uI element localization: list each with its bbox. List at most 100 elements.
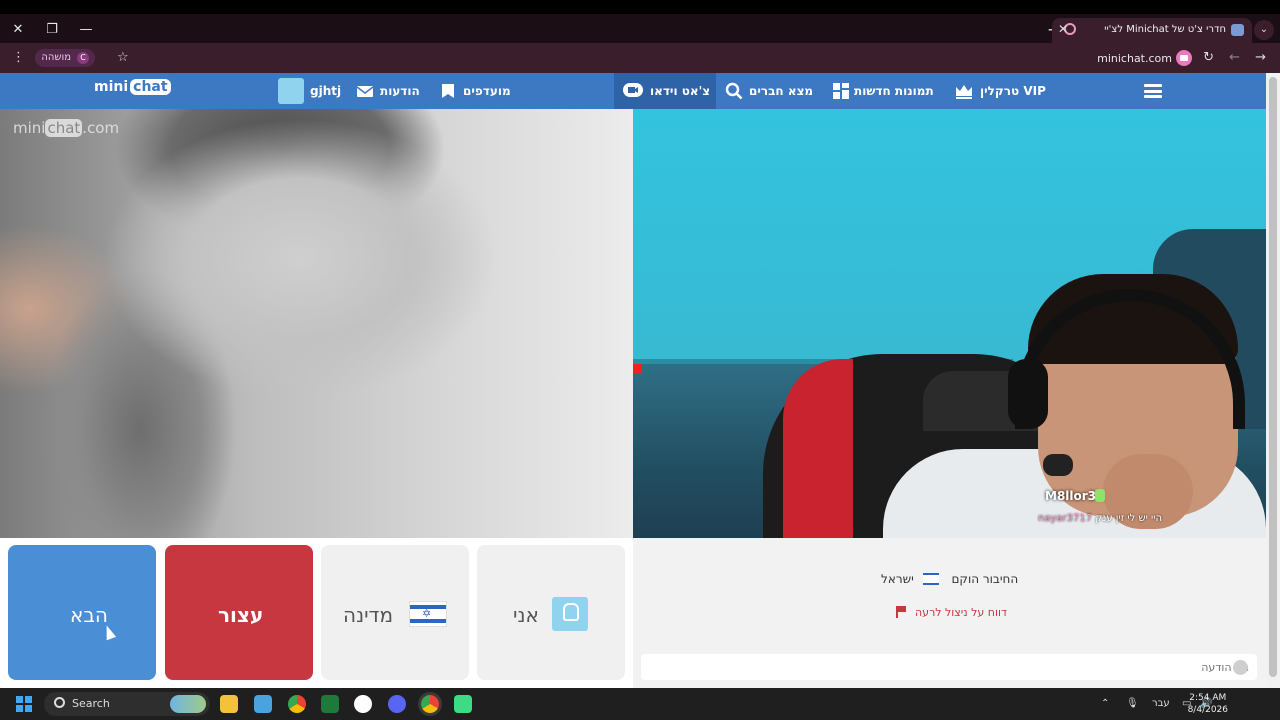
chat-panel: החיבור הוקם ישראל דווח על ניצול לרעה — [633, 538, 1266, 688]
active-tab[interactable]: חדרי צ'ט של Minichat לצ'יי ✕ — [1052, 18, 1252, 43]
stop-button[interactable]: עצור — [165, 545, 313, 680]
clock-date: 8/4/2026 — [1187, 705, 1228, 715]
camera-in-use-icon[interactable] — [1176, 50, 1192, 66]
minimize-window-icon[interactable]: — — [76, 20, 96, 40]
tab-title: חדרי צ'ט של Minichat לצ'יי — [1104, 24, 1226, 35]
nav-favorites-label: מועדפים — [463, 84, 511, 98]
browser-tab-strip: ✕ ❐ — + חדרי צ'ט של Minichat לצ'יי ✕ ⌄ — [0, 0, 1280, 43]
tab-search-icon[interactable]: ⌄ — [1254, 20, 1274, 40]
restore-window-icon[interactable]: ❐ — [42, 20, 62, 40]
taskbar-search-label: Search — [72, 697, 110, 710]
search-icon — [54, 697, 65, 708]
hamburger-menu-icon[interactable] — [1144, 84, 1162, 98]
reload-icon[interactable]: ↻ — [1203, 49, 1214, 67]
message-input[interactable] — [641, 654, 1257, 680]
nav-video-chat-label: צ'אט וידאו — [650, 84, 711, 98]
scrollbar-thumb[interactable] — [1269, 77, 1277, 677]
watermark-com: .com — [82, 119, 120, 137]
israel-flag-icon: ✡ — [409, 601, 447, 627]
minichat-watermark: mini chat .com — [13, 119, 119, 137]
file-explorer-icon[interactable] — [220, 695, 238, 713]
nav-user-label: gjhtj — [310, 84, 342, 98]
stop-button-label: עצור — [218, 603, 264, 627]
nav-user[interactable]: gjhtj — [276, 73, 342, 109]
envelope-icon — [356, 86, 374, 97]
remote-video: M8llor3k היי יש לי זין ענק nayar3717 — [633, 109, 1266, 538]
caption-text: היי יש לי זין ענק — [1095, 513, 1163, 524]
microphone-icon[interactable]: 🎙 — [1126, 697, 1139, 711]
bookmark-icon — [442, 84, 454, 98]
nav-video-chat[interactable]: צ'אט וידאו — [614, 73, 716, 109]
watermark-mini: mini — [13, 119, 46, 137]
spreadsheet-app-icon[interactable] — [321, 695, 339, 713]
nav-vip-label: VIP טרקלין — [980, 84, 1046, 98]
back-icon[interactable]: → — [1255, 49, 1266, 67]
logo-chat: chat — [130, 79, 171, 95]
search-highlight-icon — [170, 695, 206, 713]
connection-status: החיבור הוקם ישראל — [881, 572, 1018, 586]
taskbar-search[interactable]: Search — [44, 692, 210, 716]
watermark-chat: chat — [45, 119, 83, 137]
nav-new-photos-label: תמונות חדשות — [854, 84, 934, 98]
chat-bubble-icon — [1231, 24, 1244, 36]
nav-find-friends-label: מצא חברים — [749, 84, 814, 98]
search-icon — [725, 82, 743, 100]
browser-toolbar: ⋮ מושהה C ☆ minichat.com ↻ ← → — [0, 43, 1280, 73]
nav-find-friends[interactable]: מצא חברים — [723, 73, 815, 109]
tray-expand-icon[interactable]: ⌃ — [1101, 697, 1109, 711]
video-resize-handle[interactable] — [633, 364, 642, 373]
taskbar-clock[interactable]: 2:54 AM 8/4/2026 — [1188, 692, 1228, 716]
user-badge-icon — [1095, 489, 1105, 502]
chrome-profile-icon[interactable] — [421, 695, 439, 713]
profile-chip[interactable]: מושהה C — [35, 49, 95, 67]
nav-messages[interactable]: הודעות — [354, 73, 424, 109]
israel-flag-icon — [923, 573, 939, 585]
remote-caption: היי יש לי זין ענק nayar3717 — [1038, 513, 1162, 524]
video-headset-earcup — [1008, 359, 1048, 429]
tab-close-icon[interactable]: ✕ — [1058, 22, 1068, 36]
site-nav: mini chat gjhtj הודעות מועדפים צ'אט וידאו… — [0, 73, 1266, 109]
top-black-band — [0, 0, 1280, 14]
nav-new-photos[interactable]: תמונות חדשות — [830, 73, 940, 109]
clock-time: 2:54 AM — [1189, 693, 1227, 703]
obs-icon[interactable] — [354, 695, 372, 713]
mouse-cursor-icon — [101, 623, 117, 641]
next-button[interactable]: הבא — [8, 545, 156, 680]
windows-taskbar: Search ⌃ 🎙 עבר ▭ 🔊 2:54 AM 8/4/2026 — [0, 688, 1280, 720]
menu-dots-icon[interactable]: ⋮ — [12, 49, 25, 67]
nav-messages-label: הודעות — [380, 84, 420, 98]
video-chat-icon — [623, 83, 643, 97]
profile-badge: C — [77, 52, 89, 64]
video-headset-mic — [1043, 454, 1073, 476]
country-button[interactable]: מדינה ✡ — [321, 545, 469, 680]
page-scrollbar[interactable] — [1266, 73, 1280, 688]
bookmark-star-icon[interactable]: ☆ — [117, 49, 129, 67]
video-chair-red-panel — [783, 359, 853, 538]
windows-start-icon[interactable] — [16, 696, 32, 712]
address-bar[interactable]: minichat.com — [1097, 52, 1172, 65]
screen: ✕ ❐ — + חדרי צ'ט של Minichat לצ'יי ✕ ⌄ ⋮… — [0, 0, 1280, 720]
input-language[interactable]: עבר — [1152, 697, 1170, 711]
close-window-icon[interactable]: ✕ — [8, 20, 28, 40]
caption-user: nayar3717 — [1038, 513, 1093, 524]
forward-icon[interactable]: ← — [1229, 49, 1240, 67]
android-app-icon[interactable] — [454, 695, 472, 713]
nav-favorites[interactable]: מועדפים — [437, 73, 517, 109]
report-abuse-link[interactable]: דווח על ניצול לרעה — [915, 606, 1007, 619]
user-avatar-icon — [552, 597, 588, 631]
chat-controls: הבא עצור מדינה ✡ אני — [0, 538, 633, 688]
report-flag-icon[interactable] — [896, 606, 906, 618]
minichat-logo[interactable]: mini chat — [94, 79, 171, 95]
profile-label: מושהה — [41, 52, 71, 63]
photo-grid-icon — [833, 83, 849, 99]
logo-mini: mini — [94, 79, 129, 95]
me-button-label: אני — [513, 603, 539, 627]
me-button[interactable]: אני — [477, 545, 625, 680]
chrome-icon[interactable] — [288, 695, 306, 713]
discord-icon[interactable] — [388, 695, 406, 713]
emoji-icon[interactable] — [1233, 660, 1248, 675]
photos-app-icon[interactable] — [254, 695, 272, 713]
next-button-label: הבא — [70, 603, 108, 627]
country-button-label: מדינה — [343, 603, 394, 627]
nav-vip[interactable]: VIP טרקלין — [954, 73, 1046, 109]
